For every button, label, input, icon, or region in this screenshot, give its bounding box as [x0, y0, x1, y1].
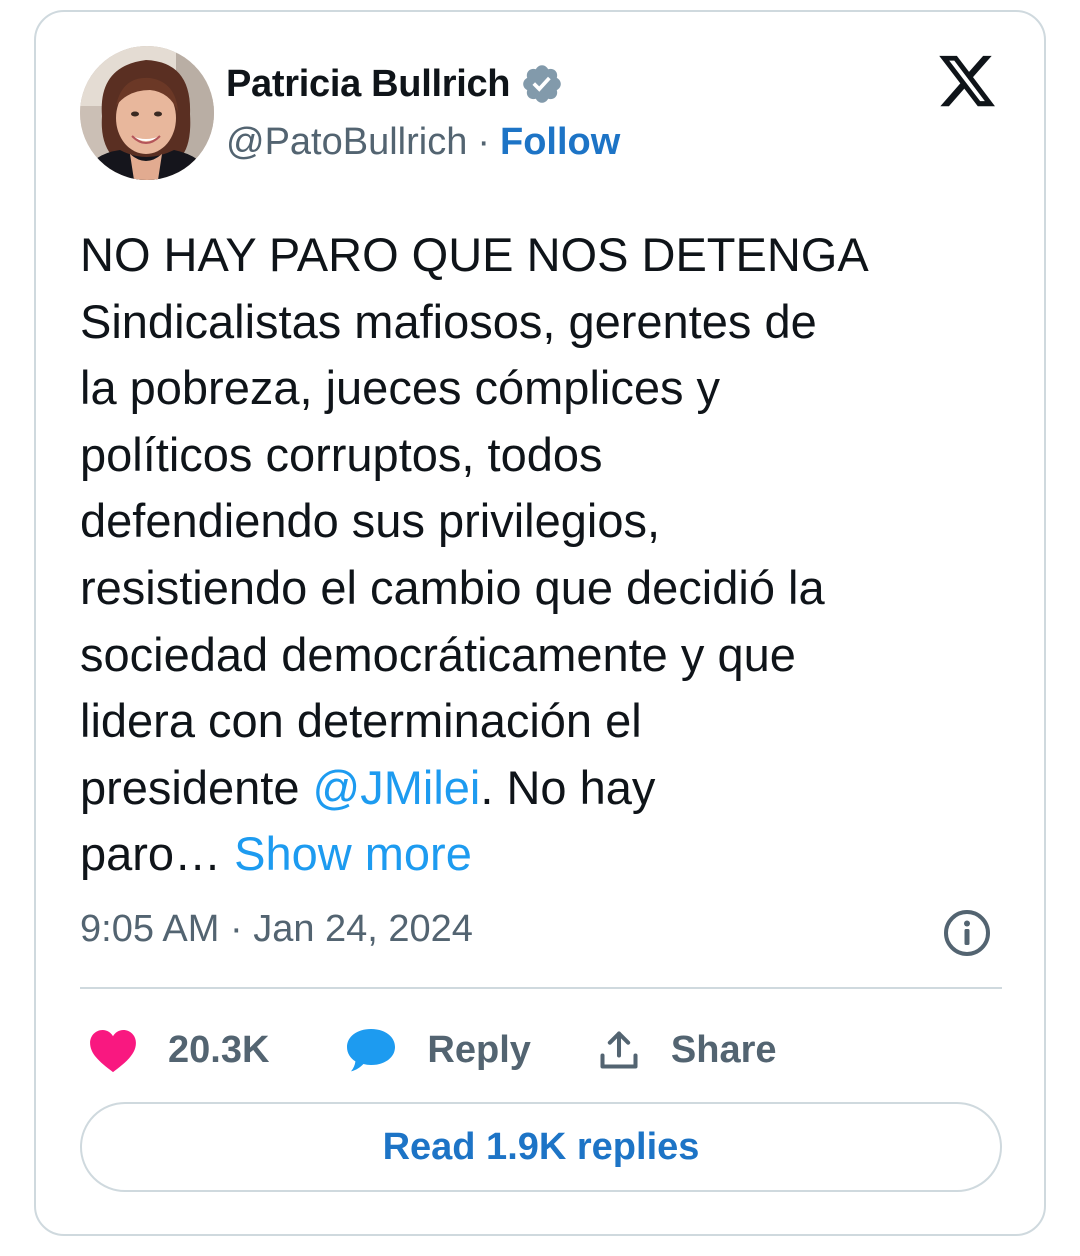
share-icon: [600, 1031, 638, 1069]
like-count: 20.3K: [168, 1028, 270, 1071]
share-button[interactable]: Share: [597, 1028, 777, 1072]
read-replies-button[interactable]: Read 1.9K replies: [80, 1102, 1002, 1192]
tweet-body: NO HAY PARO QUE NOS DETENGA Sindicalista…: [80, 228, 869, 814]
author-handle-row: @PatoBullrich · Follow: [226, 118, 620, 166]
show-more-link[interactable]: Show more: [234, 827, 472, 880]
follow-button[interactable]: Follow: [500, 121, 620, 164]
tweet-timestamp[interactable]: 9:05 AM · Jan 24, 2024: [80, 908, 473, 951]
share-label: Share: [670, 1028, 777, 1071]
x-logo-icon[interactable]: [936, 50, 998, 112]
author-handle[interactable]: @PatoBullrich: [226, 121, 467, 164]
info-icon[interactable]: [942, 908, 992, 958]
tweet-card: Patricia Bullrich @PatoBullrich · Follow…: [34, 10, 1046, 1236]
reply-button[interactable]: Reply: [345, 1027, 531, 1073]
read-replies-label: Read 1.9K replies: [382, 1125, 700, 1168]
author-avatar[interactable]: [80, 46, 214, 180]
verified-badge-icon: [520, 62, 564, 106]
author-display-name[interactable]: Patricia Bullrich: [226, 63, 511, 106]
divider: [80, 987, 1002, 989]
reply-label: Reply: [427, 1028, 531, 1071]
speech-bubble-icon: [347, 1029, 396, 1072]
separator-dot: ·: [477, 120, 490, 163]
heart-icon: [90, 1030, 136, 1073]
mention-link[interactable]: @JMilei: [313, 761, 481, 814]
action-bar: 20.3K Reply Share: [88, 1018, 777, 1082]
like-button[interactable]: 20.3K: [88, 1027, 269, 1073]
author-name-row: Patricia Bullrich: [226, 62, 564, 106]
tweet-text: NO HAY PARO QUE NOS DETENGA Sindicalista…: [80, 222, 1010, 888]
